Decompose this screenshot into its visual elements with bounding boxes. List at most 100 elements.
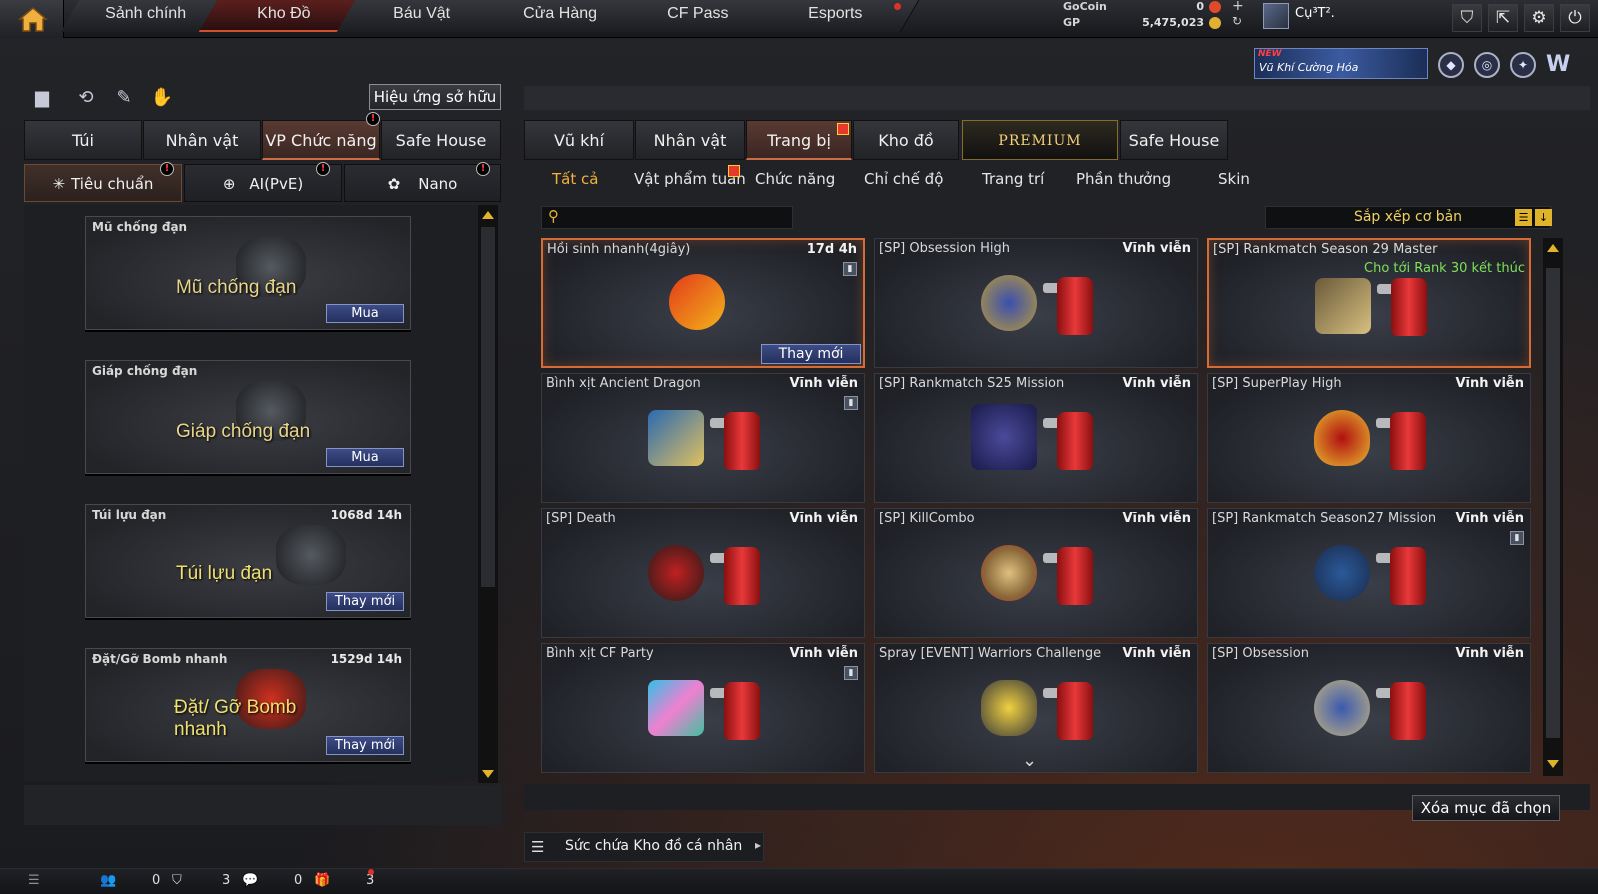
right-scrollbar[interactable] bbox=[1543, 238, 1563, 776]
right-tab-weapons[interactable]: Vũ khí bbox=[524, 120, 634, 160]
scroll-down-icon[interactable] bbox=[482, 770, 494, 778]
left-tab-character[interactable]: Nhân vật bbox=[143, 120, 261, 160]
sort-dropdown[interactable]: Sắp xếp cơ bản bbox=[1265, 206, 1551, 229]
glove-icon[interactable]: ✋ bbox=[150, 86, 174, 110]
right-tab-premium[interactable]: PREMIUM bbox=[962, 120, 1118, 160]
category-function[interactable]: Chức năng bbox=[755, 170, 835, 188]
item-title: Hồi sinh nhanh(4giây) bbox=[547, 242, 691, 257]
clan-shield-icon[interactable]: ⛉ bbox=[172, 873, 182, 888]
gocoin-value: 0 bbox=[1196, 0, 1204, 13]
ranking-icon[interactable]: ▆ bbox=[30, 86, 54, 110]
grid-item-card[interactable]: [SP] SuperPlay High Vĩnh viễn bbox=[1207, 373, 1531, 503]
scroll-up-icon[interactable] bbox=[482, 211, 494, 219]
clan-icon[interactable]: ◎ bbox=[1474, 52, 1500, 78]
grid-item-card[interactable]: [SP] Obsession High Vĩnh viễn bbox=[874, 238, 1198, 368]
ranked-icon[interactable]: ✦ bbox=[1510, 52, 1536, 78]
history-icon[interactable]: ⟲ bbox=[74, 86, 98, 110]
subtab-label: Tiêu chuẩn bbox=[71, 175, 154, 193]
capacity-button[interactable]: ☰ Sức chứa Kho đồ cá nhân ▸ bbox=[524, 832, 764, 862]
left-tab-function-items[interactable]: VP Chức năng bbox=[262, 120, 380, 160]
add-currency-icon[interactable]: + bbox=[1232, 0, 1244, 14]
subtab-standard[interactable]: ✳ Tiêu chuẩn bbox=[24, 164, 182, 202]
buy-button[interactable]: Mua bbox=[326, 304, 404, 323]
renew-button[interactable]: Thay mới bbox=[326, 592, 404, 611]
rank-avatar-icon[interactable] bbox=[1263, 3, 1289, 29]
left-item-card[interactable]: Đặt/Gỡ Bomb nhanh 1529d 14h Đặt/ Gỡ Bomb… bbox=[85, 648, 411, 762]
left-item-card[interactable]: Mũ chống đạn Mũ chống đạn Mua bbox=[85, 216, 411, 330]
spray-can-icon bbox=[1057, 547, 1093, 605]
chat-icon[interactable]: 💬 bbox=[242, 873, 258, 888]
item-duration: 1529d 14h bbox=[330, 652, 402, 666]
delete-selected-button[interactable]: Xóa mục đã chọn bbox=[1412, 795, 1560, 821]
left-tab-safe-house[interactable]: Safe House bbox=[381, 120, 501, 160]
list-view-icon[interactable]: ☰ bbox=[1515, 209, 1532, 226]
scroll-up-icon[interactable] bbox=[1547, 244, 1559, 252]
search-input[interactable] bbox=[570, 208, 790, 227]
menu-list-icon[interactable]: ☰ bbox=[28, 873, 40, 888]
renew-button[interactable]: Thay mới bbox=[761, 344, 861, 364]
scroll-thumb[interactable] bbox=[481, 227, 495, 587]
left-item-card[interactable]: Giáp chống đạn Giáp chống đạn Mua bbox=[85, 360, 411, 474]
category-decoration[interactable]: Trang trí bbox=[982, 170, 1044, 188]
spray-can-icon bbox=[1057, 412, 1093, 470]
scroll-thumb[interactable] bbox=[1546, 268, 1560, 738]
grid-item-card[interactable]: Bình xịt CF Party Vĩnh viễn ▮ bbox=[541, 643, 865, 773]
alert-icon: ! bbox=[366, 112, 380, 126]
username[interactable]: Cụ³T². bbox=[1295, 6, 1335, 21]
right-tab-safe-house[interactable]: Safe House bbox=[1120, 120, 1228, 160]
right-tab-characters[interactable]: Nhân vật bbox=[635, 120, 745, 160]
trash-icon[interactable]: ▮ bbox=[844, 666, 858, 680]
spray-can-icon bbox=[1390, 412, 1426, 470]
right-tab-storage[interactable]: Kho đồ bbox=[853, 120, 959, 160]
gp-icon bbox=[1209, 17, 1221, 29]
category-mode-only[interactable]: Chỉ chế độ bbox=[864, 170, 943, 188]
item-title: [SP] SuperPlay High bbox=[1212, 376, 1342, 391]
refresh-icon[interactable]: ↻ bbox=[1232, 14, 1242, 28]
gift-box-icon[interactable]: 🎁 bbox=[314, 873, 330, 888]
vip-icon[interactable]: W bbox=[1546, 52, 1574, 78]
shield-icon[interactable]: ⛉ bbox=[1452, 4, 1482, 32]
scroll-down-icon[interactable] bbox=[1547, 760, 1559, 768]
grid-item-card[interactable]: Bình xịt Ancient Dragon Vĩnh viễn ▮ bbox=[541, 373, 865, 503]
item-duration: 1068d 14h bbox=[330, 508, 402, 522]
grid-item-card[interactable]: [SP] Rankmatch Season27 Mission Vĩnh viễ… bbox=[1207, 508, 1531, 638]
power-icon[interactable]: ⏻ bbox=[1560, 4, 1590, 32]
grid-item-card[interactable]: [SP] Death Vĩnh viễn bbox=[541, 508, 865, 638]
owned-effects-button[interactable]: Hiệu ứng sở hữu bbox=[369, 84, 501, 110]
search-icon: ⚲ bbox=[548, 207, 559, 225]
gocoin-label: GoCoin bbox=[1063, 0, 1107, 13]
chevron-down-icon[interactable]: ⌄ bbox=[1022, 750, 1037, 771]
exit-room-icon[interactable]: ⇱ bbox=[1488, 4, 1518, 32]
left-tab-bag[interactable]: Túi bbox=[24, 120, 142, 160]
category-all[interactable]: Tất cả bbox=[552, 170, 598, 188]
trash-icon[interactable]: ▮ bbox=[844, 396, 858, 410]
gift-count: 3 bbox=[366, 873, 375, 888]
grid-item-card[interactable]: [SP] KillCombo Vĩnh viễn bbox=[874, 508, 1198, 638]
sort-direction-icon[interactable]: ↓ bbox=[1535, 209, 1552, 226]
trash-icon[interactable]: ▮ bbox=[843, 262, 857, 276]
grid-item-card[interactable]: Hồi sinh nhanh(4giây) 17d 4h ▮ Thay mới bbox=[541, 238, 865, 368]
friends-icon[interactable]: 👥 bbox=[100, 873, 116, 888]
category-skin[interactable]: Skin bbox=[1218, 170, 1250, 188]
grid-item-card[interactable]: [SP] Rankmatch Season 29 Master Cho tới … bbox=[1207, 238, 1531, 368]
item-title: [SP] Death bbox=[546, 511, 616, 526]
search-box[interactable]: ⚲ bbox=[541, 206, 793, 229]
item-duration: Vĩnh viễn bbox=[1122, 241, 1191, 256]
left-scrollbar[interactable] bbox=[478, 205, 498, 783]
rank-badge-icon[interactable]: ◆ bbox=[1438, 52, 1464, 78]
category-reward[interactable]: Phần thưởng bbox=[1076, 170, 1171, 188]
renew-button[interactable]: Thay mới bbox=[326, 736, 404, 755]
item-duration: 17d 4h bbox=[806, 242, 857, 257]
trash-icon[interactable]: ▮ bbox=[1510, 531, 1524, 545]
gear-icon[interactable]: ⚙ bbox=[1524, 4, 1554, 32]
spray-can-icon bbox=[724, 412, 760, 470]
superplay-emblem-icon bbox=[1314, 410, 1370, 466]
character-icon[interactable]: ✎ bbox=[112, 86, 136, 110]
buy-button[interactable]: Mua bbox=[326, 448, 404, 467]
home-icon bbox=[18, 7, 48, 32]
home-button[interactable] bbox=[0, 0, 64, 38]
weapon-upgrade-banner[interactable]: NEW Vũ Khí Cường Hóa bbox=[1254, 48, 1428, 79]
left-item-card[interactable]: Túi lựu đạn 1068d 14h Túi lựu đạn Thay m… bbox=[85, 504, 411, 618]
grid-item-card[interactable]: [SP] Rankmatch S25 Mission Vĩnh viễn bbox=[874, 373, 1198, 503]
grid-item-card[interactable]: [SP] Obsession Vĩnh viễn bbox=[1207, 643, 1531, 773]
